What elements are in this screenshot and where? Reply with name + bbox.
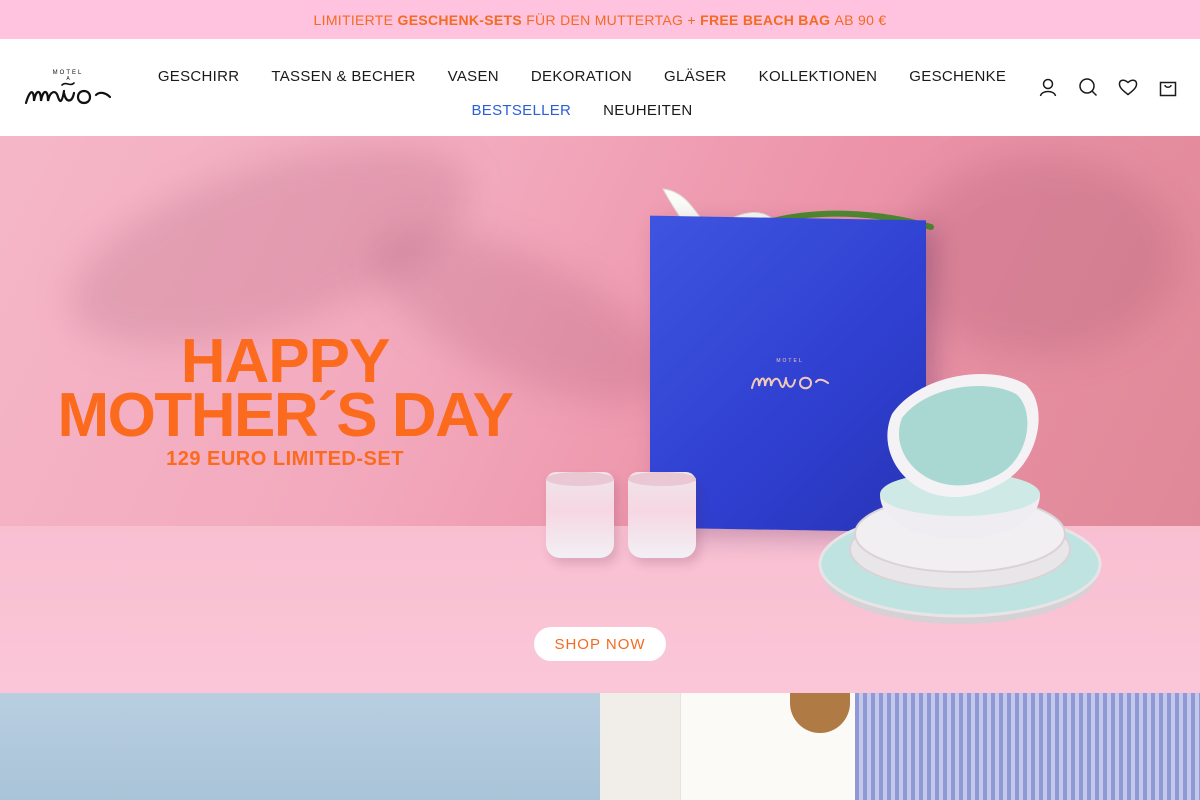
ceramic-cup [546,472,614,558]
hero-subtitle: 129 EURO LIMITED-SET [166,448,404,470]
account-icon[interactable] [1038,77,1058,97]
announcement-highlight-1: GESCHENK-SETS [397,11,522,28]
nav-item-bestseller[interactable]: BESTSELLER [471,102,571,119]
announcement-text-3: AB 90 € [834,11,887,28]
category-tile-left[interactable] [0,693,600,800]
nav-item-dekoration[interactable]: DEKORATION [531,68,632,85]
nav-row-primary: GESCHIRR TASSEN & BECHER VASEN DEKORATIO… [158,59,1006,93]
nav-item-kollektionen[interactable]: KOLLEKTIONEN [759,68,878,85]
nav-item-glaeser[interactable]: GLÄSER [664,68,727,85]
striped-shirt-image-area [855,693,1200,800]
site-header: MOTEL A GESCHIRR TASSEN & BECHER VASEN D… [0,39,1200,136]
nav-item-tassen-becher[interactable]: TASSEN & BECHER [271,68,415,85]
nav-item-geschirr[interactable]: GESCHIRR [158,68,240,85]
cart-bag-icon[interactable] [1158,77,1178,97]
ceramic-cup [628,472,696,558]
main-navigation: GESCHIRR TASSEN & BECHER VASEN DEKORATIO… [158,59,1006,127]
announcement-bar[interactable]: LIMITIERTE GESCHENK-SETS FÜR DEN MUTTERT… [0,0,1200,39]
svg-text:A: A [66,76,70,82]
nav-item-neuheiten[interactable]: NEUHEITEN [603,102,692,119]
hero-headline: HAPPY MOTHER´S DAY 129 EURO LIMITED-SET [40,331,530,471]
announcement-text-2: FÜR DEN MUTTERTAG + [526,11,696,28]
search-icon[interactable] [1078,77,1098,97]
announcement-text-1: LIMITIERTE [313,11,394,28]
brand-logo[interactable]: MOTEL A [24,67,112,109]
nav-row-secondary: BESTSELLER NEUHEITEN [167,93,997,127]
hero-banner[interactable]: MOTEL HAPPY MOTHER´S DAY 129 EURO LIMITE… [0,136,1200,693]
header-icons [1038,77,1178,97]
nav-item-geschenke[interactable]: GESCHENKE [909,68,1006,85]
hero-shadow [900,156,1180,356]
announcement-highlight-2: FREE BEACH BAG [700,11,831,28]
nav-item-vasen[interactable]: VASEN [448,68,499,85]
tableware-stack [818,374,1102,624]
hero-title-line-2: MOTHER´S DAY [57,381,514,450]
svg-text:MOTEL: MOTEL [776,358,803,364]
wishlist-heart-icon[interactable] [1118,77,1138,97]
category-tile-right[interactable] [600,693,1200,800]
shop-now-button[interactable]: SHOP NOW [534,627,666,661]
